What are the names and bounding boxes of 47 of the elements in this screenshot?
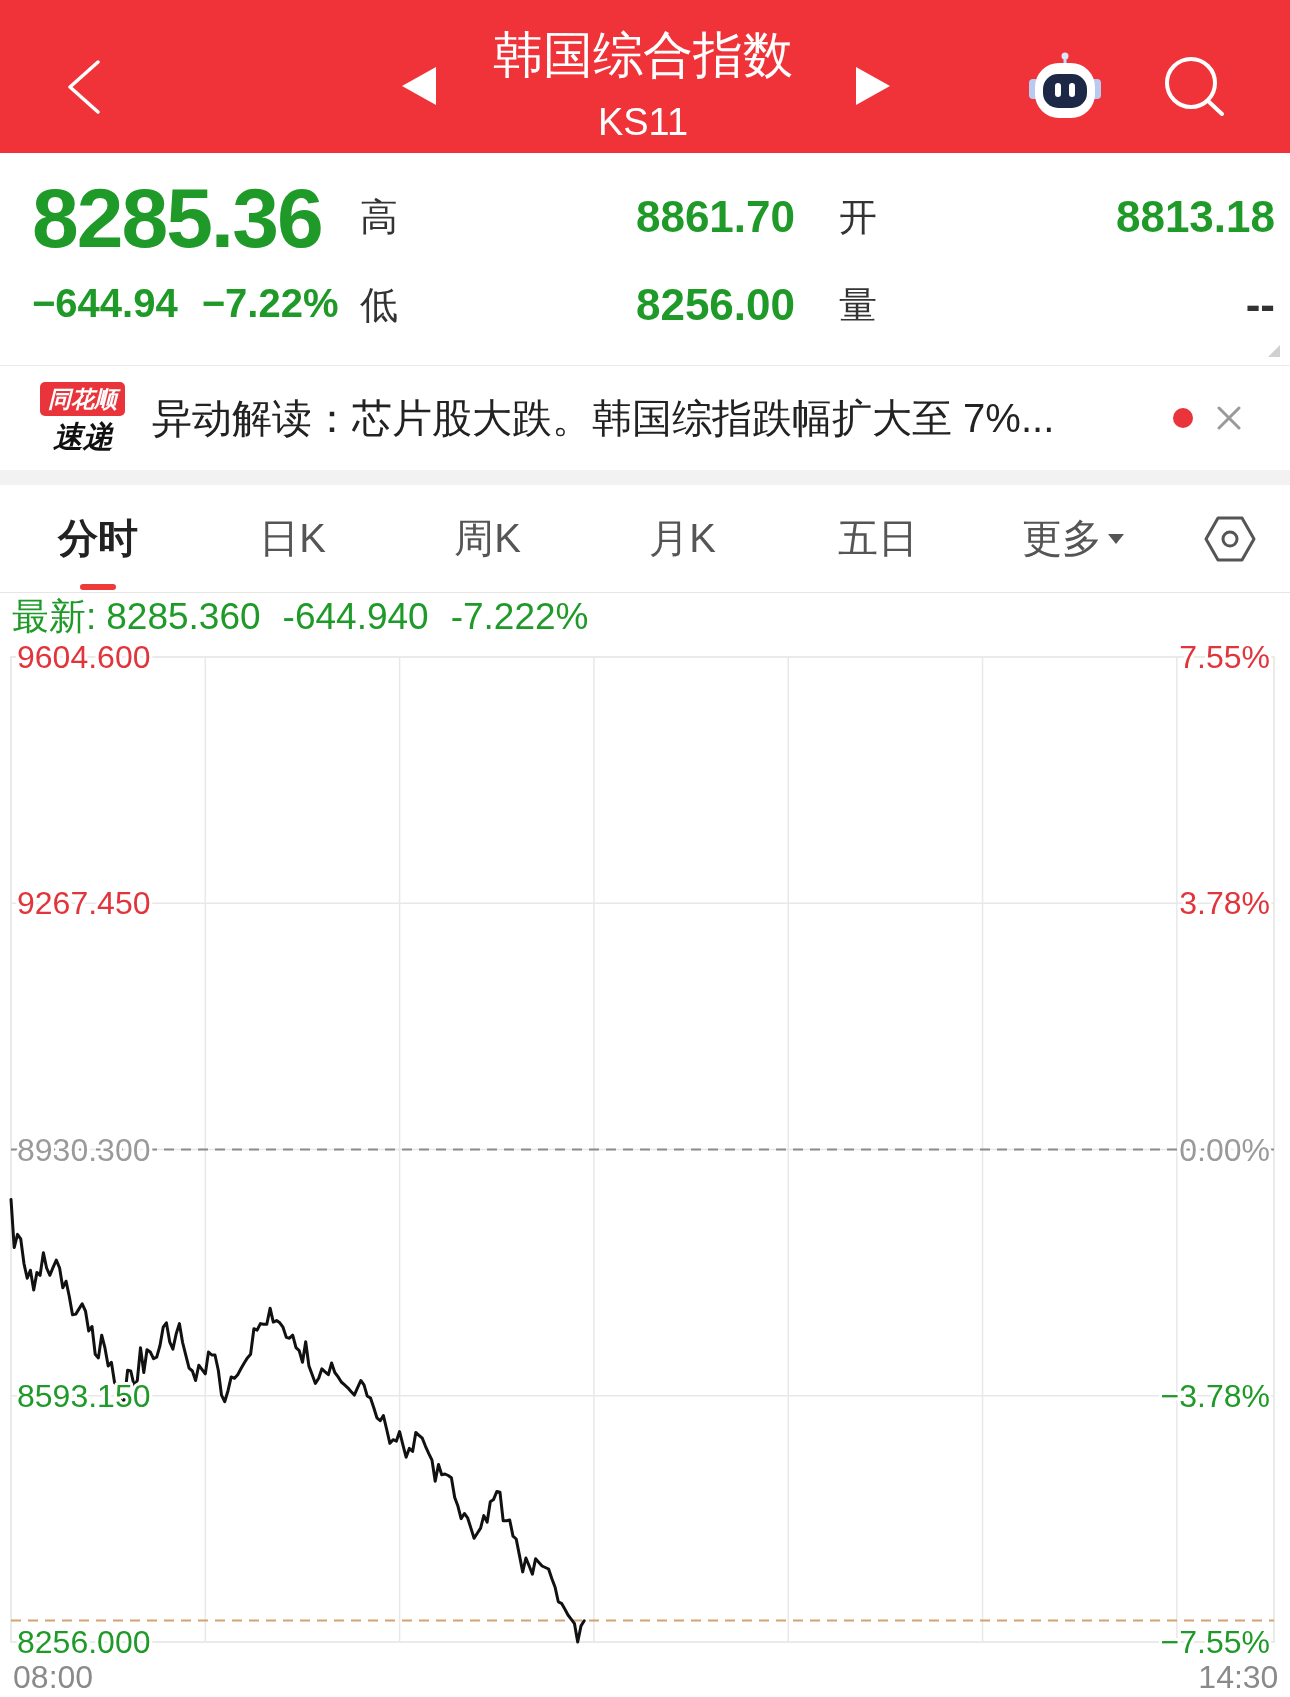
index-code: KS11	[597, 100, 689, 144]
percent-change: −7.22%	[201, 280, 339, 327]
brand-badge: 同花顺	[40, 381, 125, 416]
latest-label: 最新:	[12, 595, 97, 639]
chart-tab[interactable]: 月K	[585, 485, 780, 592]
settings-icon[interactable]	[1204, 515, 1256, 562]
close-icon[interactable]	[1217, 406, 1241, 430]
price-change: −644.94	[32, 280, 178, 327]
index-title: 韩国综合指数	[493, 26, 793, 85]
price-axis-label: 8930.300	[17, 1131, 151, 1168]
stat-value: --	[1245, 279, 1275, 331]
latest-percent: -7.222%	[450, 595, 589, 639]
stat-value: 8256.00	[635, 279, 795, 331]
more-dropdown[interactable]: 更多	[975, 485, 1170, 592]
next-arrow-icon[interactable]	[856, 67, 890, 105]
percent-axis-label: 0.00%	[1179, 1131, 1270, 1168]
chart-tab[interactable]: 五日	[780, 485, 975, 592]
stat-value: 8813.18	[1115, 191, 1275, 243]
back-icon[interactable]	[67, 59, 100, 114]
last-price: 8285.36	[32, 173, 322, 263]
percent-axis-label: −3.78%	[1160, 1377, 1270, 1414]
chart-tab[interactable]: 周K	[390, 485, 585, 592]
price-axis-label: 8593.150	[17, 1377, 151, 1414]
latest-price: 8285.360	[106, 595, 261, 639]
stat-label: 量	[839, 283, 877, 328]
price-axis-label: 9604.600	[17, 641, 151, 675]
price-axis-label: 9267.450	[17, 885, 151, 922]
chart-tab[interactable]: 分时	[0, 485, 195, 592]
percent-axis-label: −7.55%	[1160, 1624, 1270, 1660]
robot-icon[interactable]	[1028, 52, 1102, 119]
previous-arrow-icon[interactable]	[402, 67, 436, 105]
time-axis-label: 14:30	[1198, 1659, 1279, 1695]
chart-tab[interactable]: 日K	[195, 485, 390, 592]
search-icon[interactable]	[1163, 55, 1225, 116]
stat-label: 低	[360, 283, 398, 328]
brand-subtitle: 速递	[52, 418, 113, 455]
stat-label: 开	[839, 195, 877, 240]
stat-value: 8861.70	[635, 191, 795, 243]
stat-label: 高	[360, 195, 398, 240]
price-axis-label: 8256.000	[17, 1624, 151, 1660]
corner-triangle-icon	[1268, 345, 1280, 357]
percent-axis-label: 7.55%	[1179, 641, 1270, 675]
caret-icon	[1107, 533, 1124, 544]
percent-axis-label: 3.78%	[1179, 885, 1270, 922]
news-headline[interactable]: 异动解读：芯片股大跌。韩国综指跌幅扩大至 7%...	[152, 393, 1055, 443]
time-axis-label: 08:00	[13, 1659, 94, 1695]
latest-change: -644.940	[282, 595, 429, 639]
